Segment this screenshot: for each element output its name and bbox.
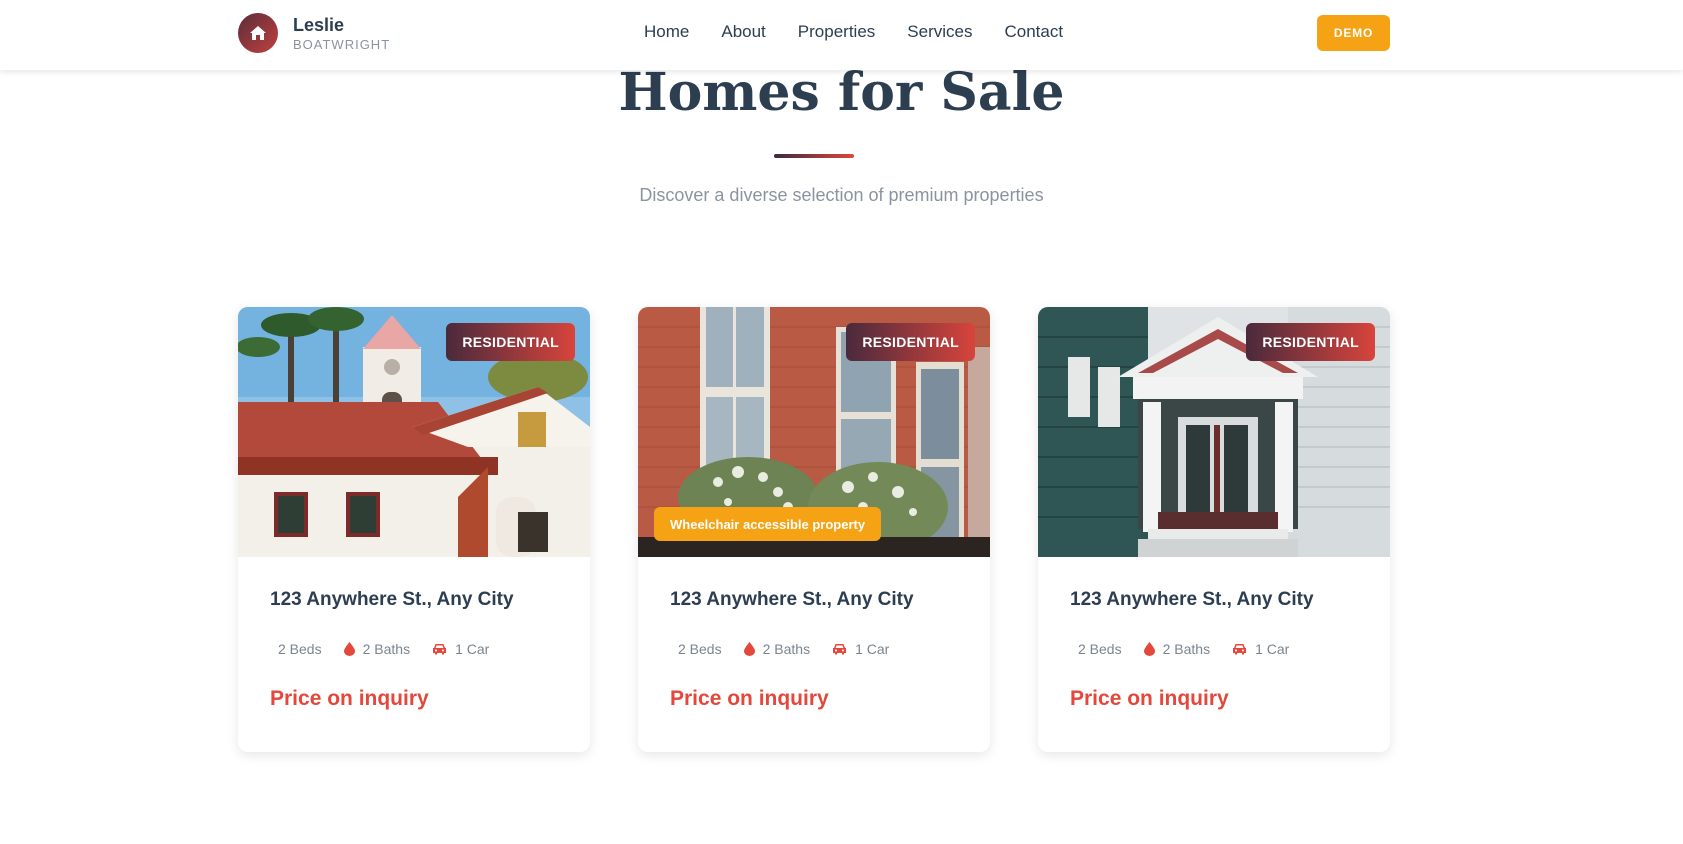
car-feature: 1 Car xyxy=(432,641,489,657)
car-icon xyxy=(1232,643,1247,655)
nav-about[interactable]: About xyxy=(721,22,765,42)
section-title: Homes for Sale xyxy=(618,62,1065,123)
property-image[interactable]: RESIDENTIAL xyxy=(238,307,590,557)
baths-label: 2 Baths xyxy=(762,641,811,657)
water-drop-icon xyxy=(1143,642,1155,656)
demo-button[interactable]: DEMO xyxy=(1317,15,1390,51)
car-label: 1 Car xyxy=(455,641,490,657)
house-icon xyxy=(238,13,278,53)
property-image[interactable]: RESIDENTIAL xyxy=(1038,307,1390,557)
car-feature: 1 Car xyxy=(1232,641,1289,657)
property-features: 2 Beds 2 Baths 1 Car xyxy=(270,641,558,657)
property-card[interactable]: RESIDENTIAL 123 Anywhere St., Any City 2… xyxy=(1038,307,1390,752)
property-card[interactable]: RESIDENTIAL 123 Anywhere St., Any City 2… xyxy=(238,307,590,752)
brand-last-name: BOATWRIGHT xyxy=(293,36,391,52)
car-icon xyxy=(432,643,447,655)
accessibility-badge: Wheelchair accessible property xyxy=(654,507,882,541)
property-type-tag: RESIDENTIAL xyxy=(846,323,975,361)
property-price: Price on inquiry xyxy=(270,687,429,710)
beds-feature: 2 Beds xyxy=(1078,641,1122,657)
beds-label: 2 Beds xyxy=(678,641,722,657)
baths-label: 2 Baths xyxy=(362,641,411,657)
property-address[interactable]: 123 Anywhere St., Any City xyxy=(670,589,958,611)
baths-label: 2 Baths xyxy=(1162,641,1211,657)
property-address[interactable]: 123 Anywhere St., Any City xyxy=(270,589,558,611)
beds-feature: 2 Beds xyxy=(278,641,322,657)
car-label: 1 Car xyxy=(855,641,890,657)
baths-feature: 2 Baths xyxy=(1143,641,1211,657)
nav-properties[interactable]: Properties xyxy=(798,22,875,42)
property-card[interactable]: RESIDENTIAL Wheelchair accessible proper… xyxy=(638,307,990,752)
property-type-tag: RESIDENTIAL xyxy=(1246,323,1375,361)
nav-home[interactable]: Home xyxy=(644,22,689,42)
section-subtitle: Discover a diverse selection of premium … xyxy=(639,185,1044,205)
property-price: Price on inquiry xyxy=(1070,687,1229,710)
main-menu: Home About Properties Services Contact xyxy=(644,22,1095,42)
beds-label: 2 Beds xyxy=(278,641,322,657)
property-features: 2 Beds 2 Baths 1 Car xyxy=(1070,641,1358,657)
property-features: 2 Beds 2 Baths 1 Car xyxy=(670,641,958,657)
baths-feature: 2 Baths xyxy=(343,641,411,657)
property-type-tag: RESIDENTIAL xyxy=(446,323,575,361)
water-drop-icon xyxy=(743,642,755,656)
property-image[interactable]: RESIDENTIAL Wheelchair accessible proper… xyxy=(638,307,990,557)
water-drop-icon xyxy=(343,642,355,656)
beds-label: 2 Beds xyxy=(1078,641,1122,657)
car-feature: 1 Car xyxy=(832,641,889,657)
car-label: 1 Car xyxy=(1255,641,1290,657)
nav-contact[interactable]: Contact xyxy=(1004,22,1063,42)
nav-services[interactable]: Services xyxy=(907,22,972,42)
brand-logo-link[interactable]: Leslie BOATWRIGHT xyxy=(238,13,390,53)
property-price: Price on inquiry xyxy=(670,687,829,710)
title-divider xyxy=(774,154,854,158)
top-navbar: Leslie BOATWRIGHT Home About Properties … xyxy=(0,0,1683,70)
property-address[interactable]: 123 Anywhere St., Any City xyxy=(1070,589,1358,611)
car-icon xyxy=(832,643,847,655)
brand-first-name: Leslie xyxy=(293,14,345,35)
beds-feature: 2 Beds xyxy=(678,641,722,657)
baths-feature: 2 Baths xyxy=(743,641,811,657)
